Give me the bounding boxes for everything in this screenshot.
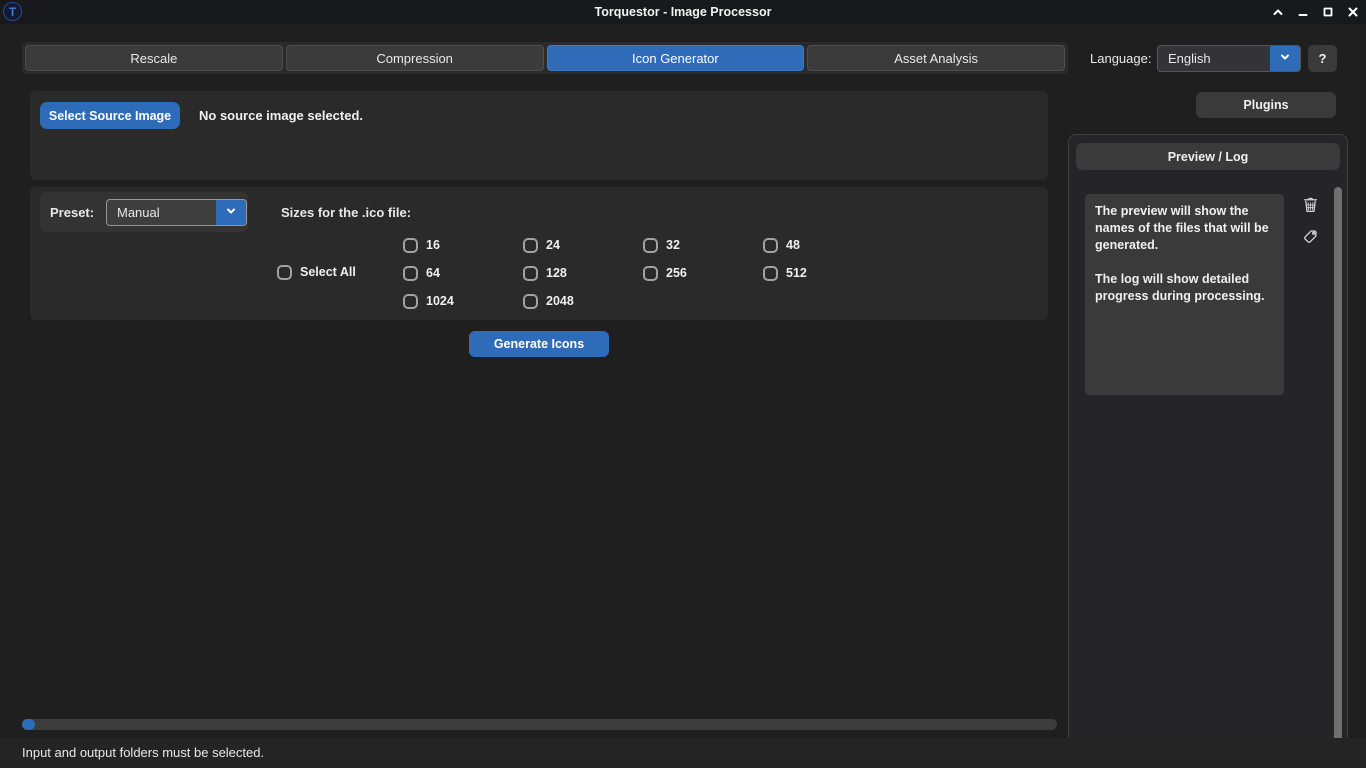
window-controls — [1270, 0, 1361, 24]
generate-icons-button[interactable]: Generate Icons — [469, 331, 609, 357]
status-message: Input and output folders must be selecte… — [22, 745, 264, 760]
plugins-button[interactable]: Plugins — [1196, 92, 1336, 118]
size-checkbox[interactable] — [523, 266, 538, 281]
size-checkbox-item[interactable]: 32 — [643, 231, 763, 259]
size-label: 64 — [426, 266, 440, 280]
select-all-label: Select All — [300, 265, 356, 279]
size-checkbox[interactable] — [763, 266, 778, 281]
size-label: 1024 — [426, 294, 454, 308]
size-checkbox[interactable] — [523, 294, 538, 309]
size-checkbox-item[interactable]: 256 — [643, 259, 763, 287]
tab-rescale[interactable]: Rescale — [25, 45, 283, 71]
shade-window-icon[interactable] — [1270, 4, 1286, 20]
size-checkbox-item[interactable]: 2048 — [523, 287, 643, 315]
size-checkbox[interactable] — [403, 294, 418, 309]
language-label: Language: — [1090, 42, 1151, 74]
size-checkbox[interactable] — [763, 238, 778, 253]
size-label: 128 — [546, 266, 567, 280]
tag-icon[interactable] — [1301, 227, 1319, 245]
mode-tab-bar: Rescale Compression Icon Generator Asset… — [22, 42, 1068, 74]
help-button[interactable]: ? — [1308, 45, 1337, 72]
select-all-checkbox-item[interactable]: Select All — [277, 258, 356, 286]
select-source-image-button[interactable]: Select Source Image — [40, 102, 180, 129]
language-selected-value: English — [1158, 46, 1270, 71]
preset-label: Preset: — [50, 192, 94, 232]
preset-selected-value: Manual — [107, 200, 216, 225]
size-checkbox-item[interactable]: 24 — [523, 231, 643, 259]
source-status-text: No source image selected. — [199, 102, 363, 129]
size-checkbox[interactable] — [643, 238, 658, 253]
select-all-checkbox[interactable] — [277, 265, 292, 280]
size-checkbox-item[interactable]: 16 — [403, 231, 523, 259]
panel-vertical-scrollbar[interactable] — [1334, 187, 1342, 745]
size-checkbox-item[interactable]: 64 — [403, 259, 523, 287]
progress-bar — [22, 719, 1057, 730]
icon-sizes-group: Preset: Manual Sizes for the .ico file: … — [30, 187, 1048, 320]
size-checkbox[interactable] — [523, 238, 538, 253]
size-label: 16 — [426, 238, 440, 252]
chevron-down-icon — [225, 204, 237, 222]
minimize-icon[interactable] — [1295, 4, 1311, 20]
preview-text-area[interactable]: The preview will show the names of the f… — [1085, 194, 1284, 395]
maximize-icon[interactable] — [1320, 4, 1336, 20]
language-dropdown-button[interactable] — [1270, 46, 1300, 71]
clear-log-trash-icon[interactable] — [1301, 195, 1319, 213]
size-checkbox-grid: 16 24 32 48 64 128 256 512 — [403, 231, 883, 315]
chevron-down-icon — [1279, 50, 1291, 68]
sizes-heading: Sizes for the .ico file: — [281, 199, 411, 226]
window-title: Torquestor - Image Processor — [0, 5, 1366, 19]
language-select[interactable]: English — [1157, 45, 1301, 72]
size-checkbox-item[interactable]: 512 — [763, 259, 883, 287]
size-label: 256 — [666, 266, 687, 280]
close-icon[interactable] — [1345, 4, 1361, 20]
tab-compression[interactable]: Compression — [286, 45, 544, 71]
preset-dropdown-button[interactable] — [216, 200, 246, 225]
preview-log-header-button[interactable]: Preview / Log — [1076, 143, 1340, 170]
title-bar[interactable]: T Torquestor - Image Processor — [0, 0, 1366, 24]
size-checkbox[interactable] — [403, 266, 418, 281]
app-window: T Torquestor - Image Processor Rescale C… — [0, 0, 1366, 768]
size-checkbox-item[interactable]: 1024 — [403, 287, 523, 315]
size-checkbox[interactable] — [643, 266, 658, 281]
preview-log-panel: Preview / Log The preview will show the … — [1068, 134, 1348, 755]
tab-icon-generator[interactable]: Icon Generator — [547, 45, 805, 71]
app-logo-icon: T — [3, 2, 22, 21]
progress-bar-fill — [22, 719, 35, 730]
source-image-group: Select Source Image No source image sele… — [30, 91, 1048, 180]
size-checkbox[interactable] — [403, 238, 418, 253]
size-label: 512 — [786, 266, 807, 280]
size-checkbox-item[interactable]: 48 — [763, 231, 883, 259]
preset-select[interactable]: Manual — [106, 199, 247, 226]
size-label: 24 — [546, 238, 560, 252]
size-label: 32 — [666, 238, 680, 252]
size-checkbox-item[interactable]: 128 — [523, 259, 643, 287]
tab-asset-analysis[interactable]: Asset Analysis — [807, 45, 1065, 71]
size-label: 2048 — [546, 294, 574, 308]
size-label: 48 — [786, 238, 800, 252]
